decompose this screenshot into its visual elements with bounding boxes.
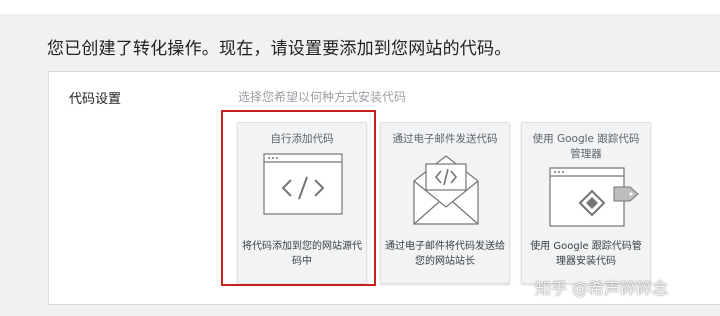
option-card-email[interactable]: 通过电子邮件发送代码 通过电子邮件将代码发送给您的网站站长 [380,122,510,284]
page-heading: 您已创建了转化操作。现在，请设置要添加到您网站的代码。 [47,39,512,59]
option-description: 使用 Google 跟踪代码管理器安装代码 [530,241,642,267]
code-setup-panel: 代码设置 选择您希望以何种方式安装代码 自行添加代码 将代码添加到您的网站源代码… [48,71,720,305]
watermark: 知乎 @希声碎碎念 [535,279,669,298]
selected-option-highlight [221,110,376,286]
top-strip [0,0,720,14]
option-card-tag-manager[interactable]: 使用 Google 跟踪代码管理器 使用 Google 跟踪代码管理器安装代码 [521,122,651,284]
instruction-text: 选择您希望以何种方式安装代码 [238,90,407,104]
section-label: 代码设置 [69,92,122,107]
option-description: 通过电子邮件将代码发送给您的网站站长 [385,241,505,267]
